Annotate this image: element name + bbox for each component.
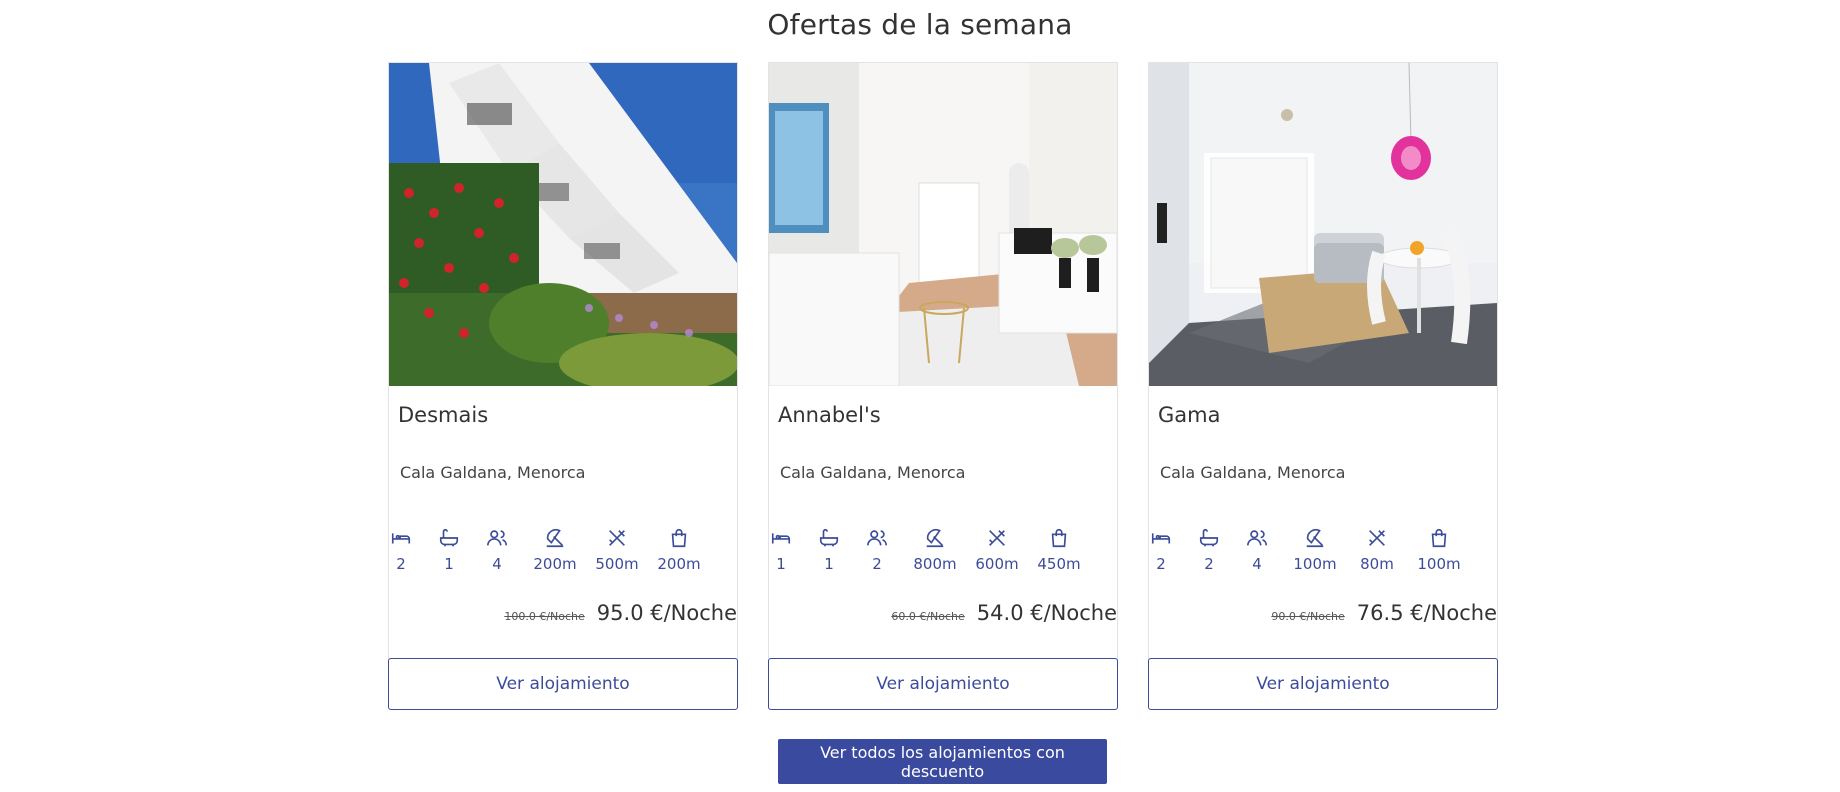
- amenity-value: 4: [1252, 555, 1262, 573]
- discounted-price: 76.5 €/Noche: [1356, 601, 1497, 625]
- amenity-value: 100m: [1417, 555, 1461, 573]
- bathtub-icon: [819, 528, 839, 547]
- amenity-guests: 4: [467, 527, 527, 573]
- property-location: Cala Galdana, Menorca: [1160, 463, 1346, 482]
- amenity-beach-distance: 100m: [1285, 527, 1345, 573]
- amenity-shop-distance: 200m: [649, 527, 709, 573]
- property-name[interactable]: Gama: [1158, 403, 1220, 427]
- amenity-value: 200m: [657, 555, 701, 573]
- original-price: 100.0 €/Noche: [504, 610, 585, 623]
- view-property-button[interactable]: Ver alojamiento: [768, 658, 1118, 710]
- amenity-restaurant-distance: 600m: [967, 527, 1027, 573]
- offer-card-desmais: Desmais Cala Galdana, Menorca 2 1 4 200m…: [388, 62, 738, 710]
- bed-icon: [771, 533, 791, 544]
- amenity-restaurant-distance: 80m: [1347, 527, 1407, 573]
- amenity-restaurant-distance: 500m: [587, 527, 647, 573]
- amenity-value: 500m: [595, 555, 639, 573]
- offer-card-gama: Gama Cala Galdana, Menorca 2 2 4 100m 80…: [1148, 62, 1498, 710]
- amenity-value: 800m: [913, 555, 957, 573]
- price-block: 60.0 €/Noche 54.0 €/Noche: [891, 601, 1117, 625]
- guests-icon: [1247, 530, 1267, 546]
- property-photo[interactable]: [389, 63, 737, 386]
- amenities-row: 1 1 2 800m 600m 450m: [769, 527, 1117, 583]
- beach-umbrella-icon: [926, 528, 944, 548]
- price-block: 100.0 €/Noche 95.0 €/Noche: [504, 601, 737, 625]
- property-photo[interactable]: [1149, 63, 1497, 386]
- amenity-value: 600m: [975, 555, 1019, 573]
- offers-grid: Desmais Cala Galdana, Menorca 2 1 4 200m…: [388, 62, 1498, 712]
- property-photo[interactable]: [769, 63, 1117, 386]
- amenities-row: 2 2 4 100m 80m 100m: [1149, 527, 1497, 583]
- amenity-shop-distance: 450m: [1029, 527, 1089, 573]
- view-property-button[interactable]: Ver alojamiento: [388, 658, 738, 710]
- property-name[interactable]: Annabel's: [778, 403, 881, 427]
- amenity-guests: 4: [1227, 527, 1287, 573]
- discounted-price: 95.0 €/Noche: [596, 601, 737, 625]
- guests-icon: [867, 530, 887, 546]
- discounted-price: 54.0 €/Noche: [976, 601, 1117, 625]
- amenity-value: 80m: [1360, 555, 1394, 573]
- shopping-bag-icon: [1431, 528, 1447, 548]
- amenity-shop-distance: 100m: [1409, 527, 1469, 573]
- property-location: Cala Galdana, Menorca: [400, 463, 586, 482]
- amenity-beach-distance: 800m: [905, 527, 965, 573]
- amenity-value: 2: [872, 555, 882, 573]
- bathtub-icon: [1199, 528, 1219, 547]
- amenity-guests: 2: [847, 527, 907, 573]
- shopping-bag-icon: [671, 528, 687, 548]
- amenity-value: 100m: [1293, 555, 1337, 573]
- amenity-beach-distance: 200m: [525, 527, 585, 573]
- original-price: 90.0 €/Noche: [1271, 610, 1345, 623]
- view-property-button[interactable]: Ver alojamiento: [1148, 658, 1498, 710]
- offer-card-annabels: Annabel's Cala Galdana, Menorca 1 1 2 80…: [768, 62, 1118, 710]
- property-name[interactable]: Desmais: [398, 403, 488, 427]
- restaurant-icon: [609, 530, 625, 546]
- view-all-discounted-button[interactable]: Ver todos los alojamientos con descuento: [778, 739, 1107, 784]
- shopping-bag-icon: [1051, 528, 1067, 548]
- property-location: Cala Galdana, Menorca: [780, 463, 966, 482]
- bathtub-icon: [439, 528, 459, 547]
- amenity-value: 200m: [533, 555, 577, 573]
- bed-icon: [1151, 533, 1171, 544]
- amenity-value: 4: [492, 555, 502, 573]
- guests-icon: [487, 530, 507, 546]
- price-block: 90.0 €/Noche 76.5 €/Noche: [1271, 601, 1497, 625]
- restaurant-icon: [989, 530, 1005, 546]
- bed-icon: [391, 533, 411, 544]
- beach-umbrella-icon: [546, 528, 564, 548]
- amenities-row: 2 1 4 200m 500m 200m: [389, 527, 737, 583]
- beach-umbrella-icon: [1306, 528, 1324, 548]
- section-title: Ofertas de la semana: [767, 8, 1073, 41]
- restaurant-icon: [1369, 530, 1385, 546]
- amenity-value: 450m: [1037, 555, 1081, 573]
- original-price: 60.0 €/Noche: [891, 610, 965, 623]
